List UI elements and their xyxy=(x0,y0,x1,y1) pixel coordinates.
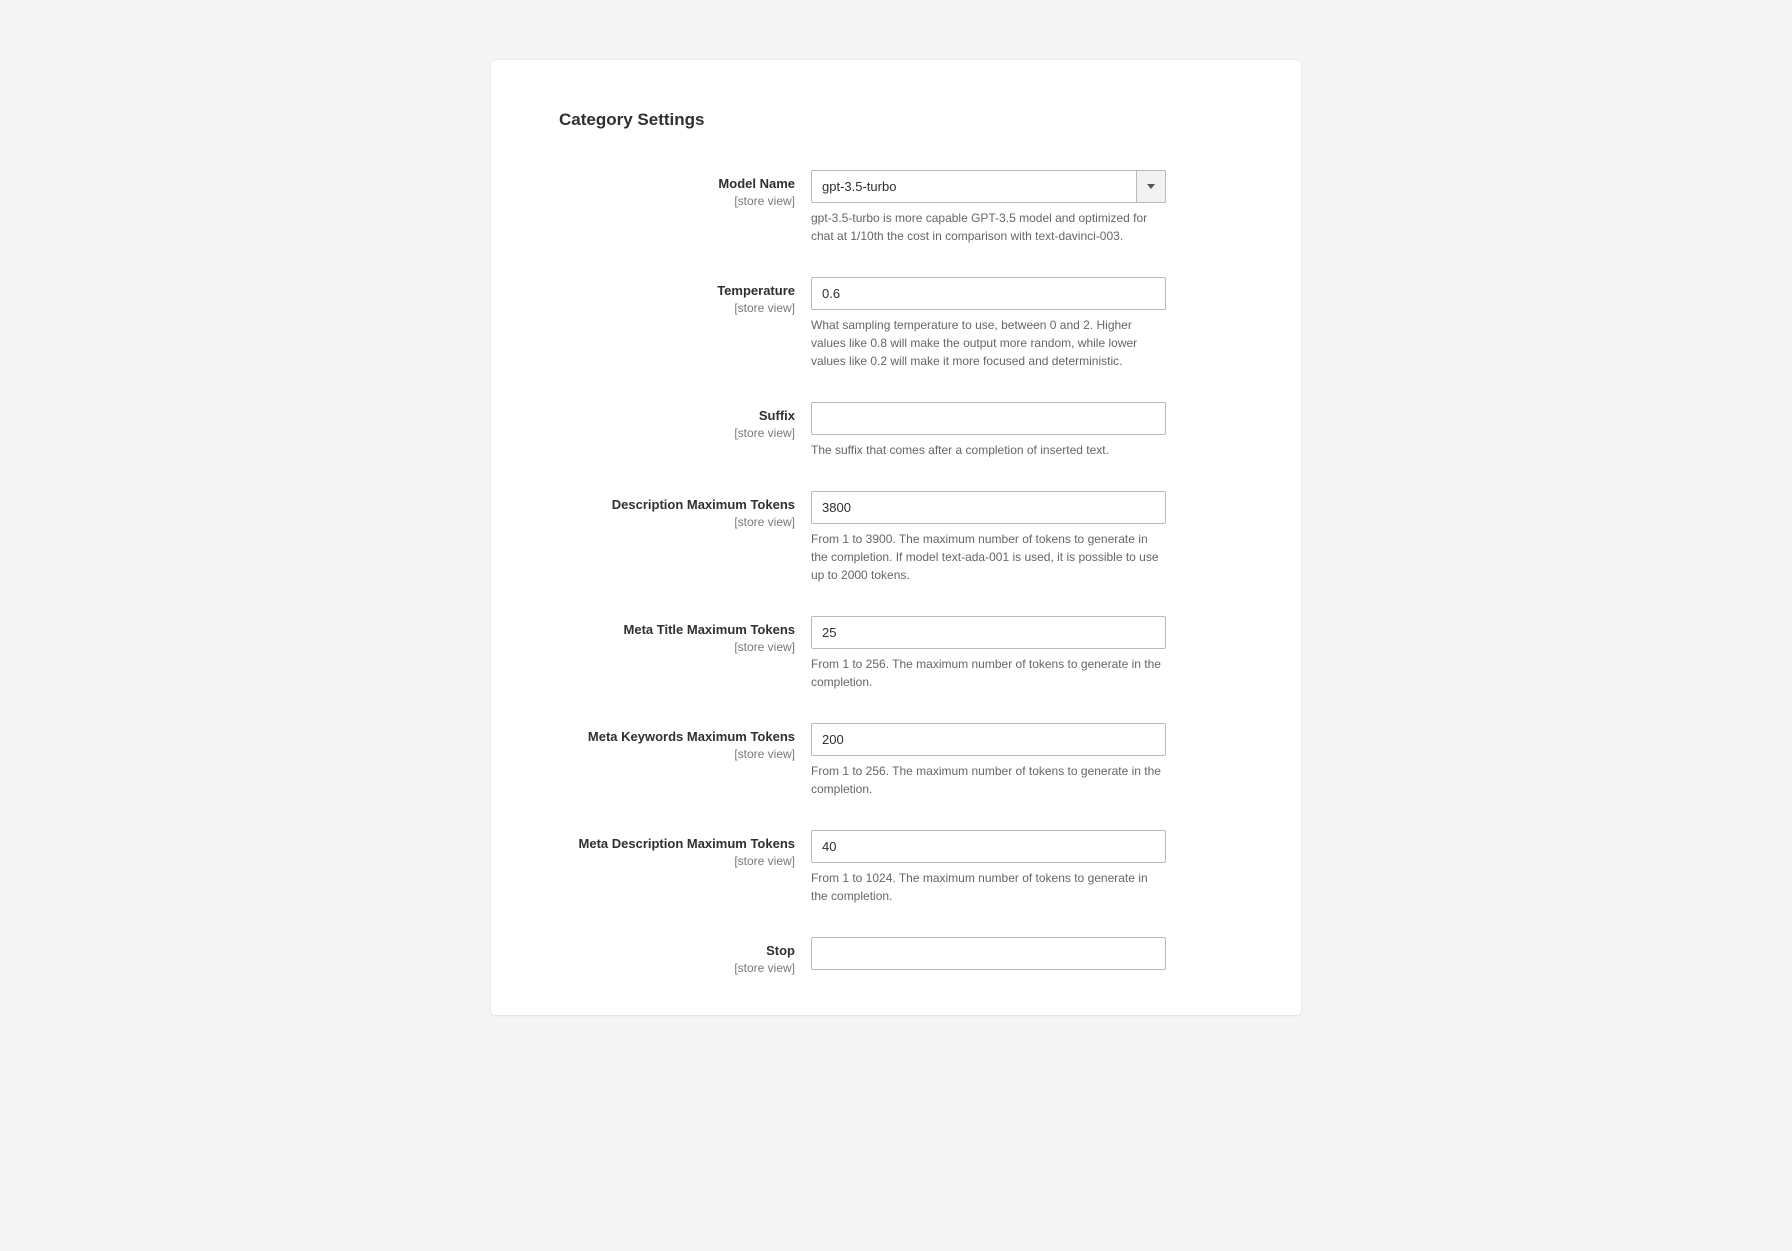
input-col: From 1 to 3900. The maximum number of to… xyxy=(811,491,1166,584)
input-col: What sampling temperature to use, betwee… xyxy=(811,277,1166,370)
meta-keywords-max-tokens-scope: [store view] xyxy=(551,747,795,761)
input-col: From 1 to 256. The maximum number of tok… xyxy=(811,723,1166,798)
temperature-scope: [store view] xyxy=(551,301,795,315)
description-max-tokens-input[interactable] xyxy=(811,491,1166,524)
temperature-help: What sampling temperature to use, betwee… xyxy=(811,316,1166,370)
input-col: The suffix that comes after a completion… xyxy=(811,402,1166,459)
field-description-max-tokens: Description Maximum Tokens [store view] … xyxy=(551,491,1241,584)
field-temperature: Temperature [store view] What sampling t… xyxy=(551,277,1241,370)
model-name-select-wrapper: gpt-3.5-turbo xyxy=(811,170,1166,203)
label-col: Meta Title Maximum Tokens [store view] xyxy=(551,616,811,654)
meta-title-max-tokens-scope: [store view] xyxy=(551,640,795,654)
field-meta-title-max-tokens: Meta Title Maximum Tokens [store view] F… xyxy=(551,616,1241,691)
meta-keywords-max-tokens-help: From 1 to 256. The maximum number of tok… xyxy=(811,762,1166,798)
description-max-tokens-scope: [store view] xyxy=(551,515,795,529)
field-stop: Stop [store view] xyxy=(551,937,1241,975)
label-col: Temperature [store view] xyxy=(551,277,811,315)
settings-panel: Category Settings Model Name [store view… xyxy=(491,60,1301,1015)
meta-description-max-tokens-help: From 1 to 1024. The maximum number of to… xyxy=(811,869,1166,905)
meta-description-max-tokens-scope: [store view] xyxy=(551,854,795,868)
model-name-help: gpt-3.5-turbo is more capable GPT-3.5 mo… xyxy=(811,209,1166,245)
temperature-input[interactable] xyxy=(811,277,1166,310)
label-col: Model Name [store view] xyxy=(551,170,811,208)
stop-input[interactable] xyxy=(811,937,1166,970)
meta-description-max-tokens-label: Meta Description Maximum Tokens xyxy=(551,836,795,853)
field-suffix: Suffix [store view] The suffix that come… xyxy=(551,402,1241,459)
field-meta-description-max-tokens: Meta Description Maximum Tokens [store v… xyxy=(551,830,1241,905)
meta-title-max-tokens-help: From 1 to 256. The maximum number of tok… xyxy=(811,655,1166,691)
temperature-label: Temperature xyxy=(551,283,795,300)
model-name-scope: [store view] xyxy=(551,194,795,208)
suffix-help: The suffix that comes after a completion… xyxy=(811,441,1166,459)
meta-keywords-max-tokens-input[interactable] xyxy=(811,723,1166,756)
meta-title-max-tokens-input[interactable] xyxy=(811,616,1166,649)
input-col: From 1 to 256. The maximum number of tok… xyxy=(811,616,1166,691)
suffix-input[interactable] xyxy=(811,402,1166,435)
description-max-tokens-label: Description Maximum Tokens xyxy=(551,497,795,514)
label-col: Meta Keywords Maximum Tokens [store view… xyxy=(551,723,811,761)
label-col: Meta Description Maximum Tokens [store v… xyxy=(551,830,811,868)
input-col: gpt-3.5-turbo gpt-3.5-turbo is more capa… xyxy=(811,170,1166,245)
meta-description-max-tokens-input[interactable] xyxy=(811,830,1166,863)
field-model-name: Model Name [store view] gpt-3.5-turbo gp… xyxy=(551,170,1241,245)
section-title: Category Settings xyxy=(551,110,1241,130)
label-col: Stop [store view] xyxy=(551,937,811,975)
model-name-label: Model Name xyxy=(551,176,795,193)
input-col: From 1 to 1024. The maximum number of to… xyxy=(811,830,1166,905)
suffix-label: Suffix xyxy=(551,408,795,425)
input-col xyxy=(811,937,1166,970)
model-name-select[interactable]: gpt-3.5-turbo xyxy=(811,170,1166,203)
stop-label: Stop xyxy=(551,943,795,960)
label-col: Suffix [store view] xyxy=(551,402,811,440)
description-max-tokens-help: From 1 to 3900. The maximum number of to… xyxy=(811,530,1166,584)
suffix-scope: [store view] xyxy=(551,426,795,440)
meta-title-max-tokens-label: Meta Title Maximum Tokens xyxy=(551,622,795,639)
label-col: Description Maximum Tokens [store view] xyxy=(551,491,811,529)
field-meta-keywords-max-tokens: Meta Keywords Maximum Tokens [store view… xyxy=(551,723,1241,798)
stop-scope: [store view] xyxy=(551,961,795,975)
meta-keywords-max-tokens-label: Meta Keywords Maximum Tokens xyxy=(551,729,795,746)
